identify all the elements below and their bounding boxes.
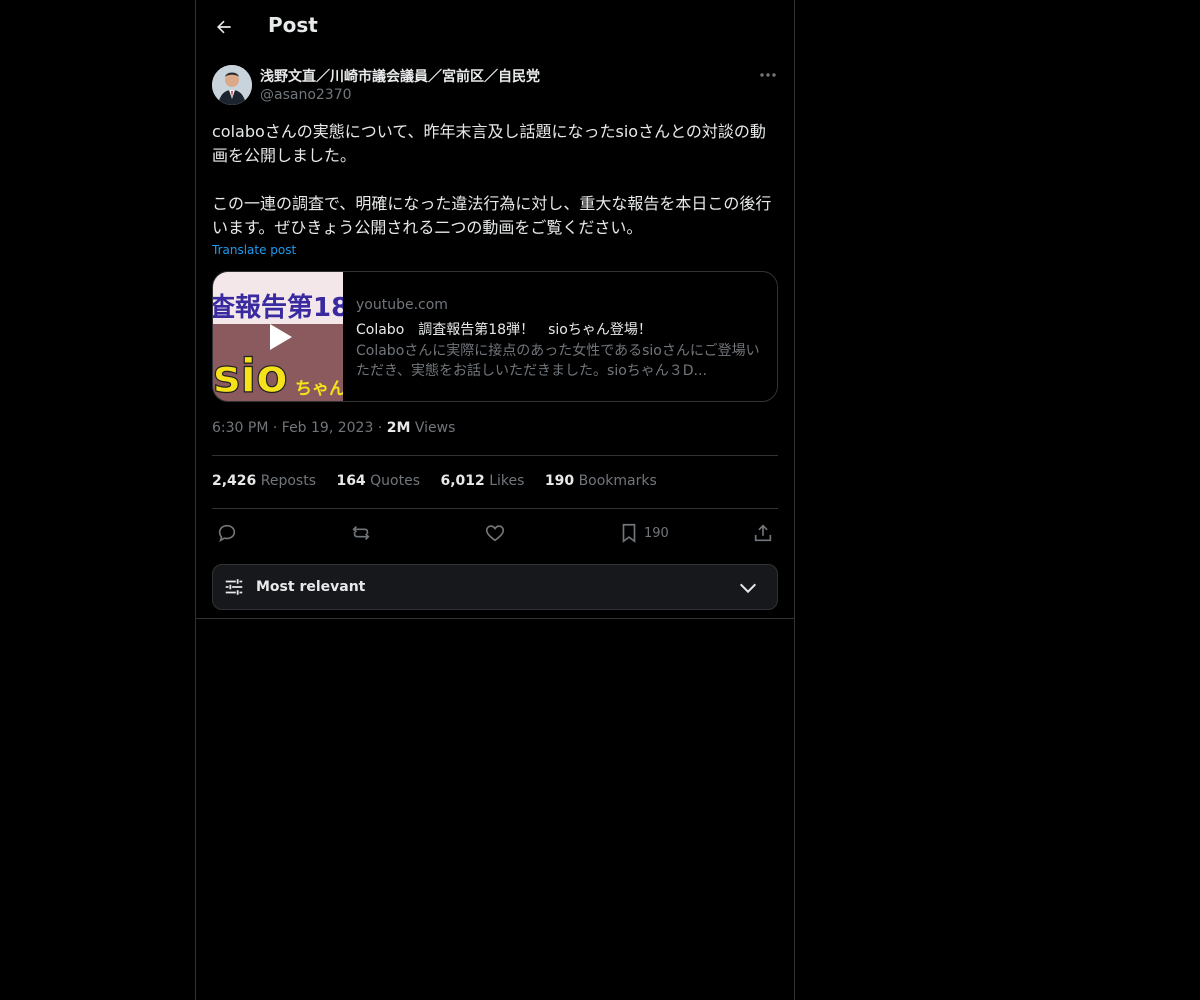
- chevron-down-icon: [739, 583, 757, 594]
- engagement-stats: 2,426 Reposts 164 Quotes 6,012 Likes 190…: [212, 473, 673, 489]
- thumbnail-top-text: 査報告第18: [213, 292, 343, 323]
- share-icon: [754, 524, 772, 542]
- author-name[interactable]: 浅野文直／川崎市議会議員／宮前区／自民党: [260, 66, 540, 86]
- post-meta: 6:30 PM · Feb 19, 2023 · 2M Views: [212, 420, 455, 436]
- share-button[interactable]: [752, 518, 774, 548]
- translate-post-link[interactable]: Translate post: [212, 243, 296, 257]
- sliders-icon: [225, 579, 243, 595]
- avatar-photo-icon: [212, 65, 252, 105]
- video-thumbnail[interactable]: 査報告第18 sio ちゃん: [213, 272, 349, 401]
- reposts-label: Reposts: [260, 473, 316, 489]
- back-button[interactable]: [208, 11, 240, 43]
- likes-stat[interactable]: 6,012 Likes: [440, 473, 524, 489]
- bookmark-button[interactable]: 190: [618, 518, 669, 548]
- post-text: colaboさんの実態について、昨年末言及し話題になったsioさんとの対談の動画…: [212, 122, 772, 237]
- meta-separator: ·: [377, 420, 383, 436]
- bookmark-count: 190: [644, 525, 669, 541]
- quotes-stat[interactable]: 164 Quotes: [336, 473, 420, 489]
- thumbnail-main-text: sio: [213, 349, 288, 401]
- action-bar: 190: [212, 518, 778, 548]
- bookmarks-stat[interactable]: 190 Bookmarks: [545, 473, 657, 489]
- quotes-label: Quotes: [370, 473, 420, 489]
- likes-count: 6,012: [440, 473, 485, 489]
- post-time[interactable]: 6:30 PM: [212, 420, 268, 436]
- bookmarks-label: Bookmarks: [578, 473, 657, 489]
- divider: [212, 455, 778, 456]
- sort-label: Most relevant: [256, 579, 366, 595]
- arrow-left-icon: [217, 20, 231, 34]
- author-handle[interactable]: @asano2370: [260, 87, 352, 103]
- card-title: Colabo 調査報告第18弾！ sioちゃん登場！: [356, 322, 652, 338]
- sort-replies-dropdown[interactable]: Most relevant: [212, 564, 778, 610]
- like-button[interactable]: [484, 518, 506, 548]
- thumbnail-side-text: ちゃん: [295, 379, 343, 399]
- bookmarks-count: 190: [544, 473, 575, 489]
- card-description: Colaboさんに実際に接点のあった女性であるsioさんにご登場いただき、実態を…: [356, 343, 760, 379]
- post-header: Post: [196, 0, 794, 54]
- reply-button[interactable]: [216, 518, 238, 548]
- page-title: Post: [268, 13, 318, 37]
- heart-icon: [485, 525, 505, 542]
- card-domain: youtube.com: [356, 297, 448, 313]
- divider: [196, 618, 794, 619]
- quotes-count: 164: [336, 473, 366, 489]
- reply-icon: [218, 524, 236, 543]
- likes-label: Likes: [489, 473, 525, 489]
- reposts-stat[interactable]: 2,426 Reposts: [212, 473, 316, 489]
- link-card[interactable]: 査報告第18 sio ちゃん youtube.com Colabo 調査報告第1…: [212, 271, 778, 402]
- views-count: 2M: [386, 420, 411, 436]
- bookmark-icon: [622, 523, 636, 543]
- avatar[interactable]: [212, 65, 252, 105]
- views-label: Views: [414, 420, 456, 436]
- post-date[interactable]: Feb 19, 2023: [282, 420, 374, 436]
- repost-button[interactable]: [350, 518, 372, 548]
- divider: [212, 508, 778, 509]
- main-column: Post 浅野文直／川崎市議会議員／宮前区／自民党 @asano2370 col…: [195, 0, 795, 1000]
- meta-separator: ·: [272, 420, 278, 436]
- reposts-count: 2,426: [212, 473, 257, 489]
- more-dots-icon: [760, 73, 776, 77]
- repost-icon: [352, 525, 370, 541]
- more-options-button[interactable]: [756, 66, 780, 84]
